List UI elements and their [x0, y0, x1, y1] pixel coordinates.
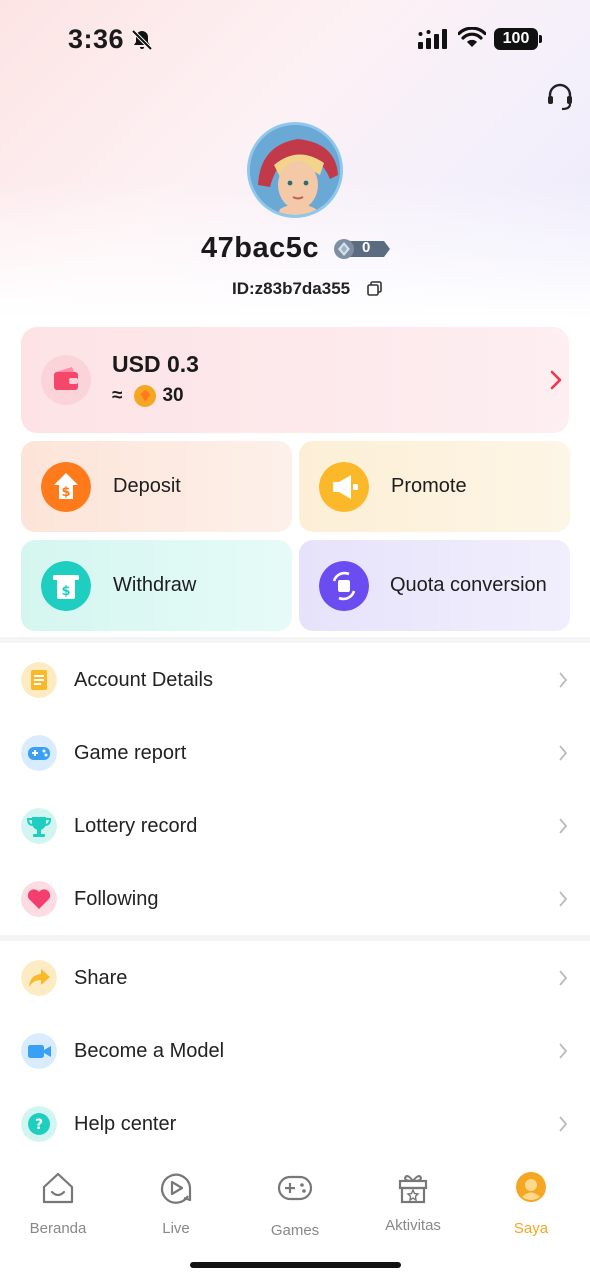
balance-card[interactable]: USD 0.3 ≈ 30 [21, 327, 569, 433]
quota-conversion-button[interactable]: Quota conversion [299, 540, 570, 631]
menu-item-become-model[interactable]: Become a Model [0, 1015, 590, 1088]
atm-withdraw-icon: $ [41, 561, 91, 611]
question-icon: ? [21, 1106, 57, 1142]
menu-item-help-center[interactable]: ? Help center [0, 1088, 590, 1161]
tab-saya[interactable]: Saya [481, 1170, 581, 1240]
level-diamond-icon [334, 239, 390, 259]
trophy-icon [21, 808, 57, 844]
withdraw-button[interactable]: $ Withdraw [21, 540, 292, 631]
chevron-right-icon [559, 970, 568, 986]
svg-text:$: $ [61, 485, 70, 500]
menu-label: Following [74, 888, 159, 910]
wallet-icon-wrap [41, 355, 91, 405]
tab-label: Saya [513, 1220, 549, 1237]
withdraw-label: Withdraw [113, 574, 197, 596]
receipt-icon [21, 662, 57, 698]
wifi-icon [458, 27, 486, 47]
signal-icon [418, 29, 447, 49]
menu-item-game-report[interactable]: Game report [0, 717, 590, 790]
menu-label: Account Details [74, 669, 213, 691]
share-arrow-icon [21, 960, 57, 996]
deposit-button[interactable]: $ Deposit [21, 441, 292, 532]
tab-live[interactable]: Live [126, 1170, 226, 1240]
menu-label: Game report [74, 742, 187, 764]
video-camera-icon [21, 1033, 57, 1069]
promote-button[interactable]: Promote [299, 441, 570, 532]
home-icon [42, 1172, 74, 1204]
headset-support-icon[interactable] [545, 82, 575, 112]
avatar[interactable] [247, 122, 343, 218]
coin-balance: ≈ 30 [112, 385, 184, 407]
approx-symbol: ≈ [112, 385, 123, 406]
chevron-right-icon [559, 672, 568, 688]
tab-label: Live [162, 1220, 190, 1237]
chevron-right-icon [559, 818, 568, 834]
chevron-right-icon [550, 370, 562, 390]
section-divider [0, 935, 590, 941]
menu-label: Help center [74, 1113, 177, 1135]
chevron-right-icon [559, 745, 568, 761]
level-value: 0 [362, 239, 371, 256]
status-time: 3:36 [68, 24, 125, 54]
chevron-right-icon [559, 1116, 568, 1132]
profile-name-row: 47bac5c 0 [0, 230, 590, 270]
user-id: ID:z83b7da355 [232, 279, 351, 298]
gamepad-icon [277, 1175, 313, 1201]
tab-beranda[interactable]: Beranda [8, 1170, 108, 1240]
heart-icon [21, 881, 57, 917]
convert-icon [319, 561, 369, 611]
menu-label: Lottery record [74, 815, 198, 837]
tab-label: Aktivitas [385, 1217, 441, 1234]
promote-label: Promote [391, 475, 467, 497]
svg-text:$: $ [61, 584, 70, 599]
coin-icon [134, 385, 157, 407]
copy-icon[interactable] [367, 281, 382, 296]
wallet-icon [54, 367, 78, 390]
username: 47bac5c [201, 232, 319, 264]
chevron-right-icon [559, 891, 568, 907]
menu-label: Become a Model [74, 1040, 225, 1062]
deposit-label: Deposit [113, 475, 181, 497]
gift-icon [398, 1175, 428, 1204]
battery-indicator: 100 [494, 28, 542, 50]
tab-aktivitas[interactable]: Aktivitas [363, 1170, 463, 1240]
tab-label: Games [270, 1222, 320, 1239]
menu-item-lottery-record[interactable]: Lottery record [0, 790, 590, 863]
menu-item-share[interactable]: Share [0, 942, 590, 1015]
bell-muted-icon [131, 29, 153, 51]
menu-item-account-details[interactable]: Account Details [0, 644, 590, 717]
tab-label: Beranda [29, 1220, 87, 1237]
gamepad-icon [21, 735, 57, 771]
tab-games[interactable]: Games [245, 1170, 345, 1240]
dollar-upload-icon: $ [41, 462, 91, 512]
balance-amount: USD 0.3 [112, 351, 199, 377]
megaphone-icon [319, 462, 369, 512]
quota-conversion-label: Quota conversion [390, 574, 547, 596]
profile-icon [516, 1172, 546, 1202]
section-divider [0, 637, 590, 643]
home-indicator [190, 1262, 401, 1268]
svg-text:?: ? [35, 1117, 43, 1133]
menu-label: Share [74, 967, 128, 989]
live-play-icon [160, 1173, 192, 1204]
status-bar: 3:36 100 [0, 0, 590, 80]
coin-amount: 30 [162, 385, 184, 406]
chevron-right-icon [559, 1043, 568, 1059]
menu-item-following[interactable]: Following [0, 863, 590, 936]
level-badge: 0 [332, 238, 390, 260]
